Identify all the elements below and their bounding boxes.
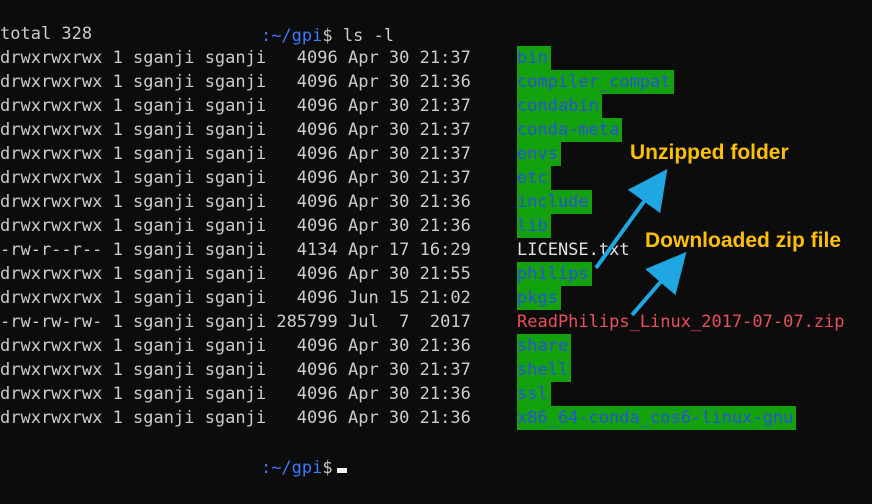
arrow-to-philips-folder xyxy=(594,169,668,270)
arrow-to-zip-file xyxy=(630,251,687,317)
unzipped-folder-label: Unzipped folder xyxy=(630,141,789,164)
downloaded-zip-label: Downloaded zip file xyxy=(645,229,842,252)
